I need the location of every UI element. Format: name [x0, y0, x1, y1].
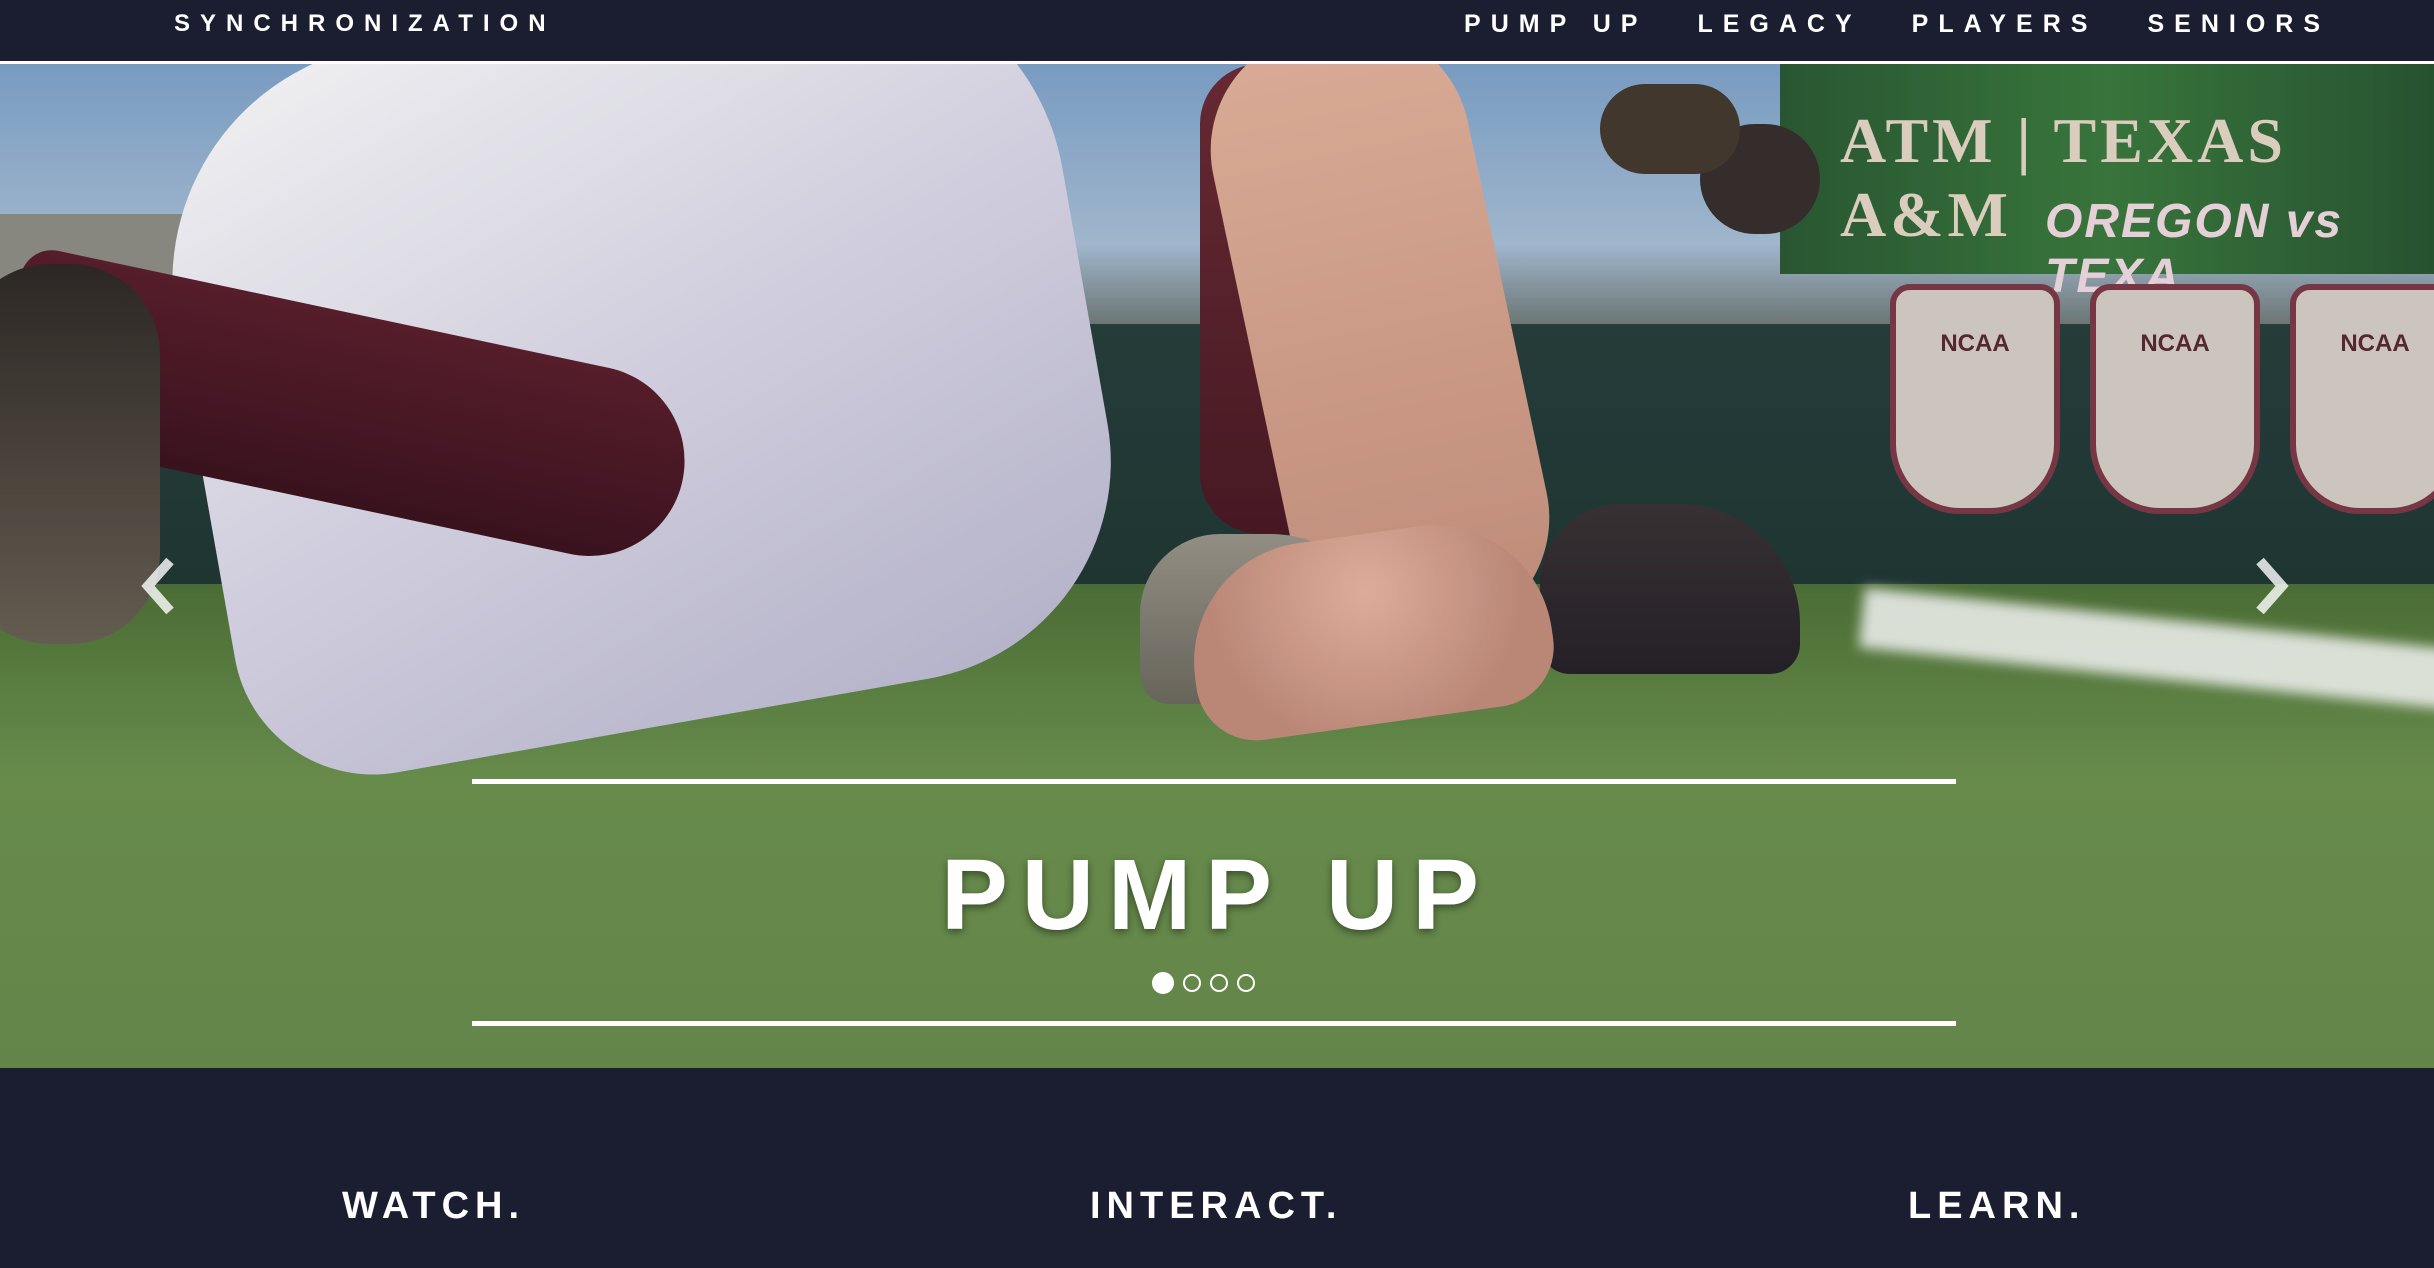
carousel-dot-2[interactable] — [1183, 974, 1201, 992]
nav-link-legacy[interactable]: LEGACY — [1697, 10, 1861, 39]
carousel-next-button[interactable] — [2240, 541, 2300, 631]
carousel-dot-4[interactable] — [1237, 974, 1255, 992]
section-heading-watch: WATCH. — [342, 1185, 526, 1227]
nav-links: PUMP UP LEGACY PLAYERS SENIORS — [1464, 10, 2330, 39]
top-navbar: SYNCHRONIZATION PUMP UP LEGACY PLAYERS S… — [0, 0, 2434, 64]
hero-title: PUMP UP — [941, 839, 1493, 951]
carousel-dot-1[interactable] — [1152, 972, 1174, 994]
feature-columns: WATCH. INTERACT. LEARN. — [0, 1068, 2434, 1268]
carousel-dot-3[interactable] — [1210, 974, 1228, 992]
hero-divider-bottom — [472, 1021, 1956, 1026]
carousel-indicators — [1152, 972, 1255, 994]
nav-link-pump-up[interactable]: PUMP UP — [1464, 10, 1647, 39]
nav-link-players[interactable]: PLAYERS — [1912, 10, 2098, 39]
nav-link-seniors[interactable]: SENIORS — [2147, 10, 2330, 39]
carousel-prev-button[interactable] — [130, 541, 190, 631]
hero-divider-top — [472, 779, 1956, 784]
chevron-left-icon — [141, 557, 174, 615]
chevron-right-icon — [2256, 557, 2289, 615]
section-heading-interact: INTERACT. — [1090, 1185, 1343, 1227]
section-heading-learn: LEARN. — [1908, 1185, 2086, 1227]
brand-link[interactable]: SYNCHRONIZATION — [174, 10, 556, 38]
